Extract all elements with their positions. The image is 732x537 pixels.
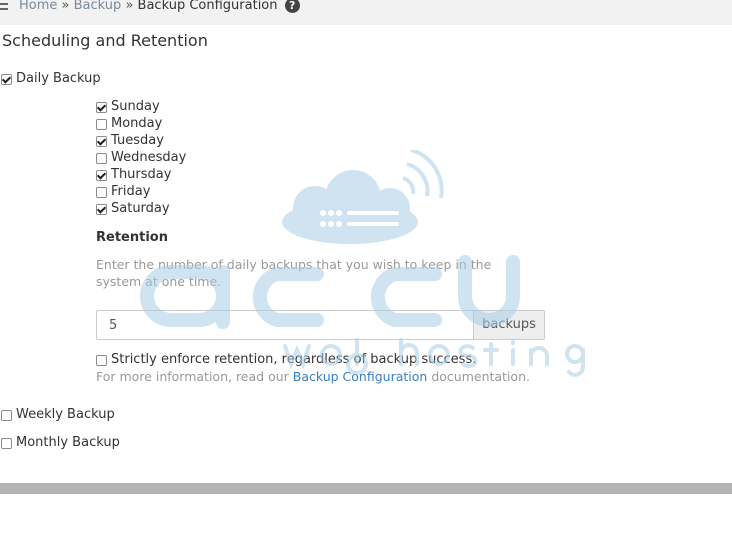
day-label: Tuesday [111,133,164,148]
day-item-wednesday[interactable]: Wednesday [96,150,186,166]
breadcrumb-separator: » [61,0,70,13]
strict-retention-row[interactable]: Strictly enforce retention, regardless o… [96,352,476,368]
breadcrumb-bar: Home » Backup » Backup Configuration ? [0,0,732,25]
backup-configuration-doc-link[interactable]: Backup Configuration [293,369,428,384]
menu-icon[interactable] [0,3,8,13]
retention-count-input[interactable] [96,310,473,340]
retention-unit-addon: backups [473,310,545,340]
daily-backup-label: Daily Backup [16,71,101,86]
day-item-tuesday[interactable]: Tuesday [96,133,164,149]
day-label: Sunday [111,99,160,114]
strict-retention-label: Strictly enforce retention, regardless o… [111,352,477,367]
breadcrumb-backup-link[interactable]: Backup [74,0,122,13]
breadcrumb: Home » Backup » Backup Configuration ? [19,0,300,14]
breadcrumb-separator: » [125,0,134,13]
weekly-backup-checkbox-row[interactable]: Weekly Backup [1,407,115,423]
retention-help-text: Enter the number of daily backups that y… [96,257,492,289]
day-item-thursday[interactable]: Thursday [96,167,171,183]
strict-retention-checkbox[interactable] [96,354,107,366]
daily-backup-checkbox[interactable] [1,73,12,85]
monthly-backup-checkbox-row[interactable]: Monthly Backup [1,435,120,451]
day-checkbox-friday[interactable] [96,186,107,198]
section-title: Scheduling and Retention [2,31,208,50]
day-checkbox-saturday[interactable] [96,203,107,215]
day-checkbox-tuesday[interactable] [96,135,107,147]
footer-divider-bar [0,483,732,494]
documentation-note-prefix: For more information, read our [96,369,289,384]
retention-input-group: backups [96,310,545,340]
day-label: Wednesday [111,150,187,165]
day-checkbox-wednesday[interactable] [96,152,107,164]
breadcrumb-home-link[interactable]: Home [19,0,57,13]
day-item-saturday[interactable]: Saturday [96,201,170,217]
daily-backup-checkbox-row[interactable]: Daily Backup [1,71,101,87]
day-label: Saturday [111,201,170,216]
day-label: Thursday [111,167,172,182]
retention-heading: Retention [96,230,168,245]
help-icon[interactable]: ? [284,0,300,13]
day-label: Monday [111,116,163,131]
monthly-backup-label: Monthly Backup [16,435,120,450]
documentation-note: For more information, read our Backup Co… [96,369,530,384]
day-item-sunday[interactable]: Sunday [96,99,160,115]
day-checkbox-sunday[interactable] [96,101,107,113]
day-item-monday[interactable]: Monday [96,116,162,132]
monthly-backup-checkbox[interactable] [1,437,12,449]
weekly-backup-label: Weekly Backup [16,407,115,422]
day-label: Friday [111,184,151,199]
weekly-backup-checkbox[interactable] [1,409,12,421]
breadcrumb-current: Backup Configuration [137,0,278,13]
documentation-note-suffix: documentation. [431,369,530,384]
day-item-friday[interactable]: Friday [96,184,150,200]
day-checkbox-monday[interactable] [96,118,107,130]
day-checkbox-thursday[interactable] [96,169,107,181]
